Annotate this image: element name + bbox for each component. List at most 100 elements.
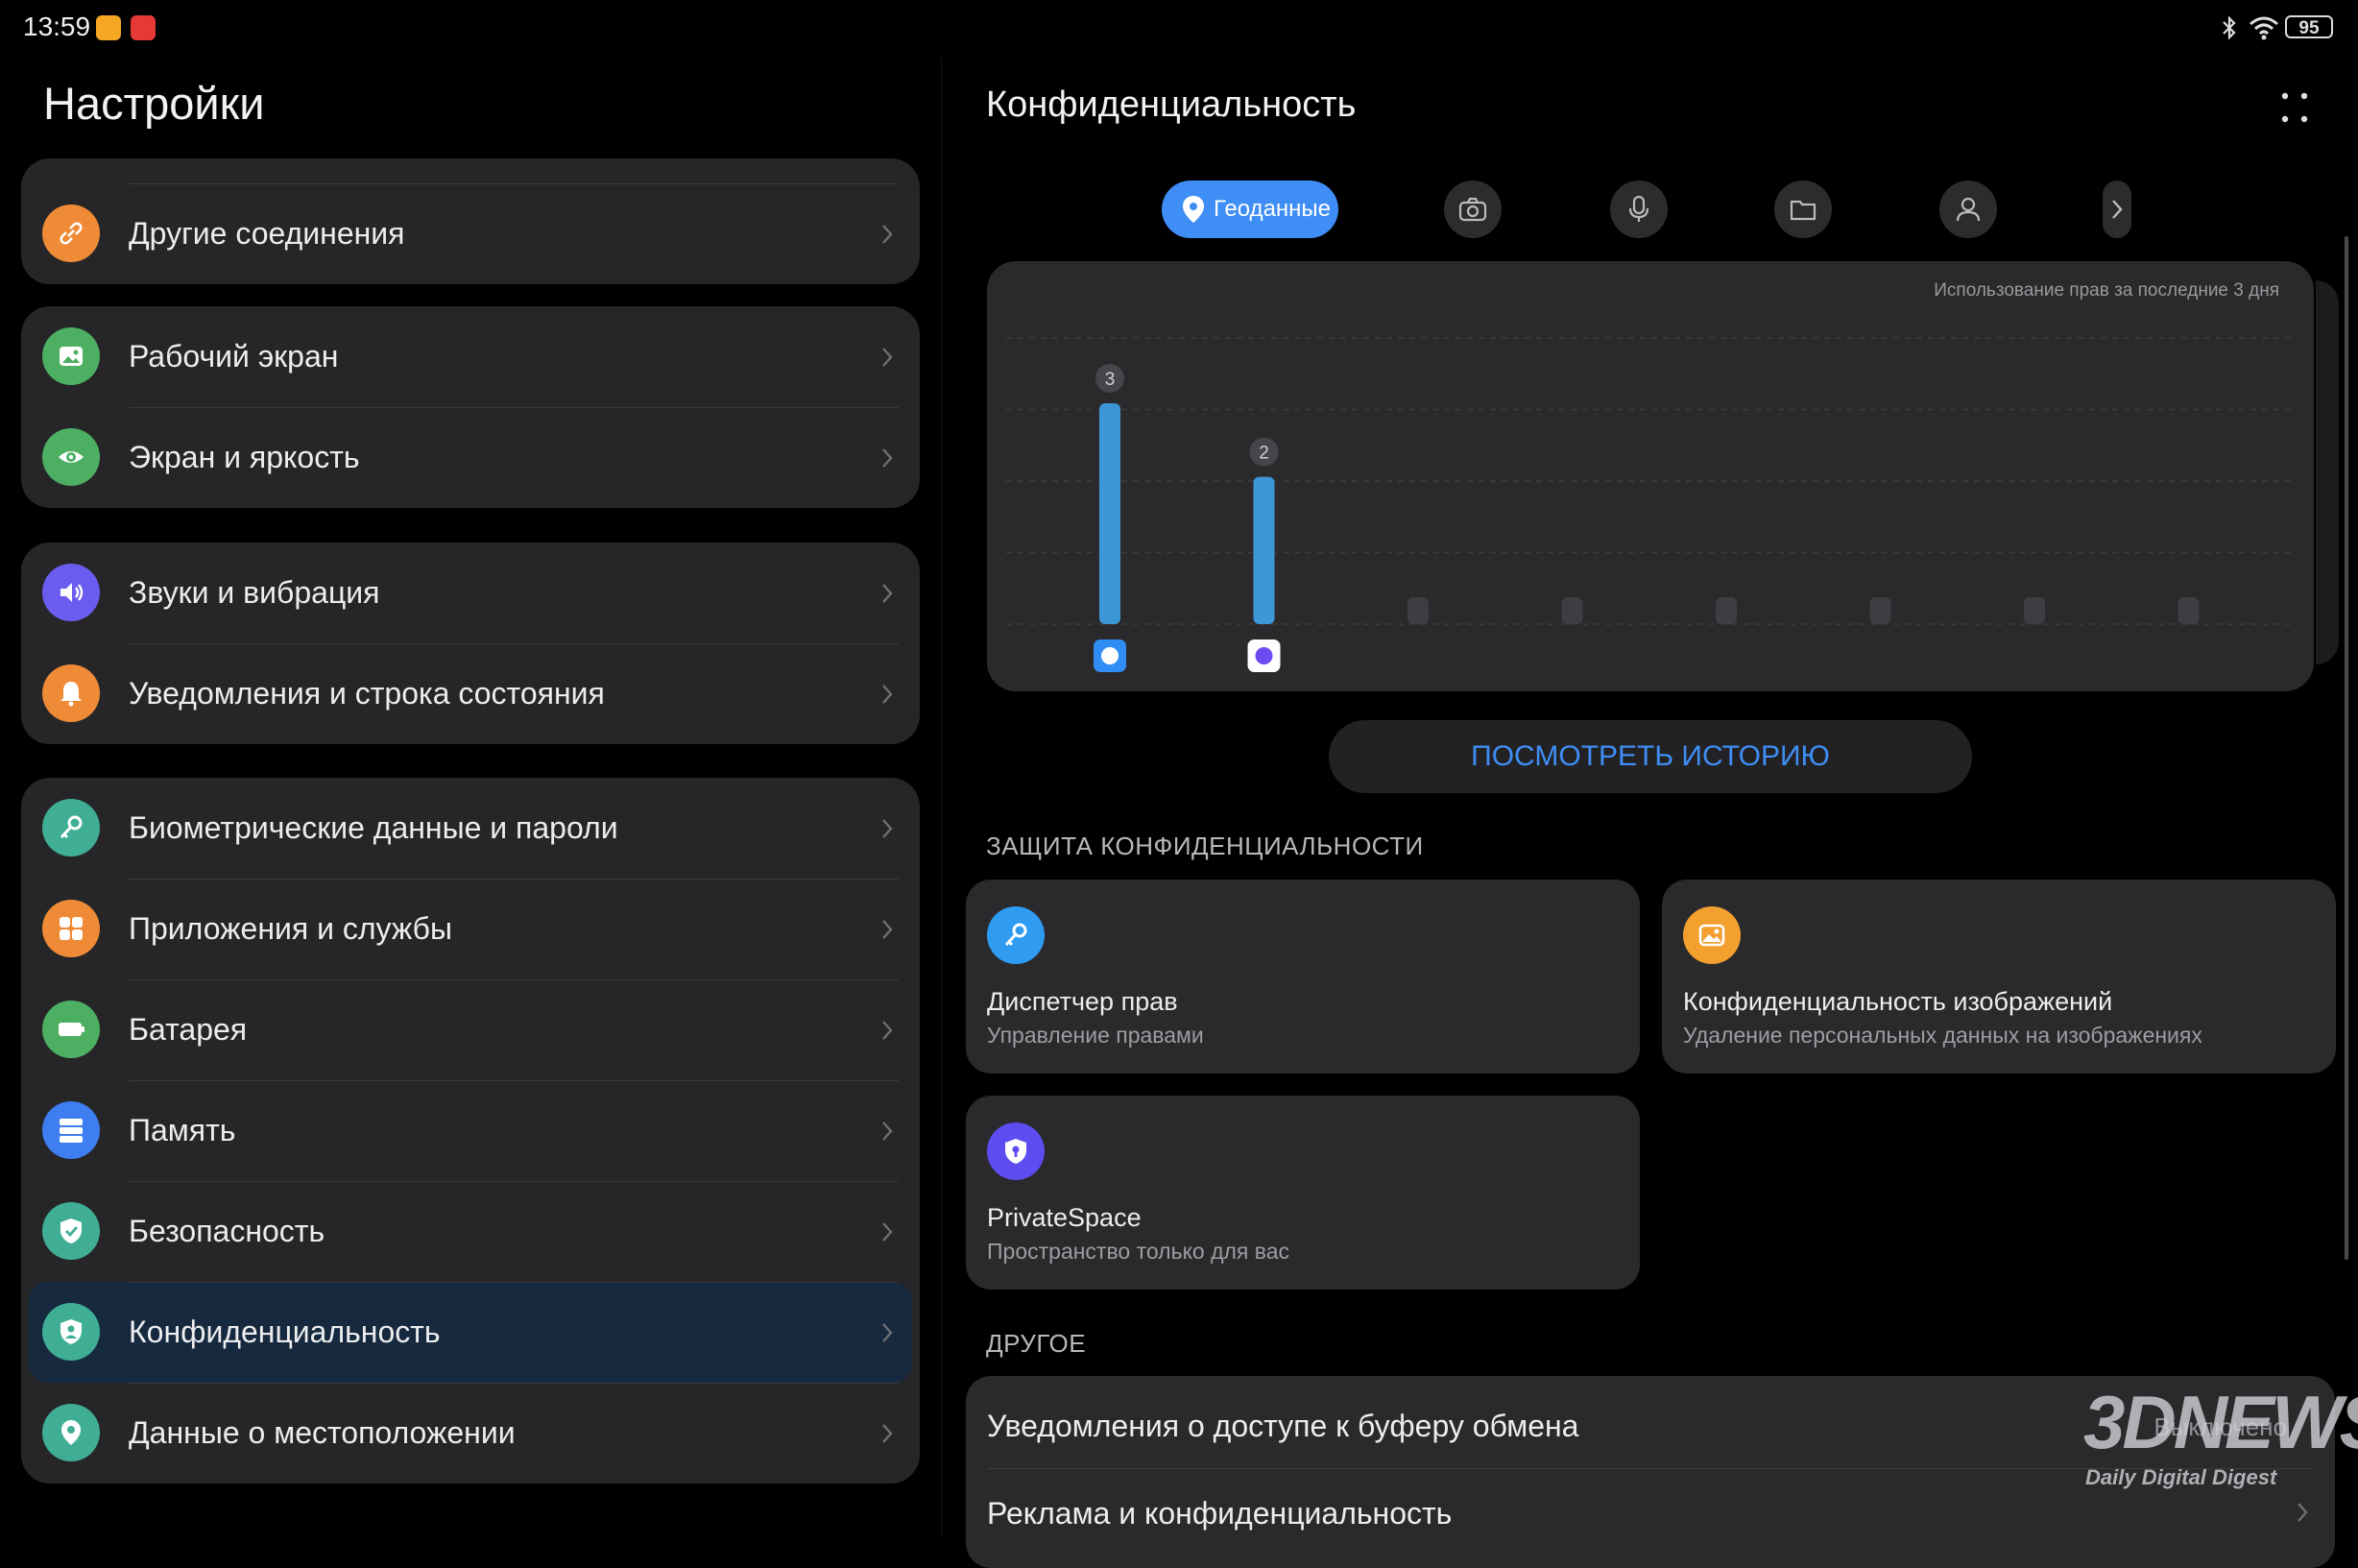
settings-item-icon — [42, 1001, 100, 1058]
chart-bar[interactable] — [1253, 476, 1275, 624]
settings-item-label: Данные о местоположении — [129, 1415, 516, 1450]
chevron-right-icon — [882, 584, 893, 603]
battery-indicator: 95 — [2285, 15, 2333, 38]
section-header-protection: ЗАЩИТА КОНФИДЕНЦИАЛЬНОСТИ — [986, 832, 1424, 860]
scrollbar[interactable] — [2345, 236, 2348, 1260]
view-history-button[interactable]: ПОСМОТРЕТЬ ИСТОРИЮ — [1329, 720, 1972, 793]
privacy-shield-icon — [60, 1319, 82, 1344]
tab-contacts[interactable] — [1939, 181, 1997, 238]
eye-icon — [59, 451, 84, 463]
card-icon — [1683, 906, 1741, 964]
key-icon — [1004, 923, 1027, 947]
card-private-space[interactable]: PrivateSpace Пространство только для вас — [966, 1096, 1640, 1290]
settings-item-label: Звуки и вибрация — [129, 575, 380, 610]
settings-item-bell[interactable]: Уведомления и строка состояния — [21, 643, 920, 744]
card-subtitle: Управление правами — [987, 1023, 1204, 1048]
shield-check-icon — [60, 1218, 82, 1243]
chevron-right-icon — [2112, 200, 2123, 219]
settings-item-link[interactable]: Другие соединения — [21, 183, 920, 284]
settings-item-label: Безопасность — [129, 1214, 325, 1248]
location-pin-icon — [61, 1420, 81, 1445]
settings-item-key[interactable]: Биометрические данные и пароли — [21, 778, 920, 879]
chevron-right-icon — [882, 685, 893, 704]
chart-bar-empty — [2178, 597, 2200, 624]
settings-item-shield-check[interactable]: Безопасность — [21, 1181, 920, 1282]
usage-chart-plot: 32 — [1006, 337, 2295, 672]
chart-bar-empty — [2024, 597, 2045, 624]
settings-item-icon — [42, 564, 100, 621]
tabs-scroll-right[interactable] — [2103, 181, 2131, 238]
more-options-icon[interactable] — [2275, 88, 2314, 127]
section-header-other: ДРУГОЕ — [986, 1329, 1087, 1358]
settings-item-label: Биометрические данные и пароли — [129, 810, 618, 845]
chart-bar-empty — [1869, 597, 1891, 624]
settings-item-icon — [42, 1404, 100, 1461]
apps-grid-icon — [60, 917, 83, 940]
settings-item-icon — [42, 205, 100, 262]
row-divider — [129, 1080, 899, 1081]
settings-item-label: Уведомления и строка состояния — [129, 676, 605, 711]
shield-lock-icon — [1005, 1139, 1026, 1164]
location-pin-icon — [1183, 196, 1204, 223]
settings-item-location-pin[interactable]: Данные о местоположении — [21, 1383, 920, 1484]
tab-microphone[interactable] — [1610, 181, 1668, 238]
chevron-right-icon — [882, 448, 893, 468]
tab-camera[interactable] — [1444, 181, 1502, 238]
row-label: Реклама и конфиденциальность — [987, 1496, 1453, 1531]
settings-item-battery[interactable]: Батарея — [21, 979, 920, 1080]
chevron-right-icon — [882, 348, 893, 367]
chart-next-card-edge — [2316, 280, 2339, 664]
card-permission-manager[interactable]: Диспетчер прав Управление правами — [966, 880, 1640, 1073]
status-bar: 13:59 95 — [0, 0, 2358, 58]
settings-item-label: Конфиденциальность — [129, 1315, 441, 1349]
row-divider — [129, 1383, 899, 1384]
row-divider — [129, 1181, 899, 1182]
chart-data-label: 2 — [1259, 444, 1269, 464]
settings-item-privacy-shield[interactable]: Конфиденциальность — [21, 1282, 920, 1383]
tab-location[interactable]: Геоданные — [1162, 181, 1338, 238]
link-icon — [60, 222, 83, 245]
settings-group: Звуки и вибрация Уведомления и строка сос… — [21, 543, 920, 744]
settings-item-icon — [42, 1303, 100, 1361]
chevron-right-icon — [882, 225, 893, 244]
settings-group: Биометрические данные и пароли Приложения… — [21, 778, 920, 1484]
card-icon — [987, 1122, 1045, 1180]
settings-item-icon — [42, 1101, 100, 1159]
settings-item-icon — [42, 664, 100, 722]
settings-item-label: Экран и яркость — [129, 440, 360, 474]
settings-item-icon — [42, 327, 100, 385]
row-divider — [129, 407, 899, 408]
chart-bar-empty — [1561, 597, 1583, 624]
settings-item-speaker[interactable]: Звуки и вибрация — [21, 543, 920, 643]
chart-bar-empty — [1408, 597, 1429, 624]
tab-label: Геоданные — [1214, 196, 1332, 222]
chart-bar[interactable] — [1099, 403, 1120, 624]
bell-icon — [60, 682, 82, 707]
photo-icon — [1698, 924, 1725, 947]
settings-item-eye[interactable]: Экран и яркость — [21, 407, 920, 508]
chevron-right-icon — [882, 1021, 893, 1040]
app-icon-glyph — [1101, 647, 1119, 664]
card-title: Конфиденциальность изображений — [1683, 987, 2113, 1016]
app-icon-glyph — [1255, 647, 1273, 664]
settings-item-storage[interactable]: Память — [21, 1080, 920, 1181]
contacts-icon — [1956, 197, 1981, 222]
pane-divider — [941, 58, 942, 1536]
wifi-icon — [2250, 16, 2278, 40]
settings-item-image[interactable]: Рабочий экран — [21, 306, 920, 407]
settings-item-label: Приложения и службы — [129, 911, 452, 946]
settings-item-label: Батарея — [129, 1012, 248, 1047]
settings-item-icon — [42, 1202, 100, 1260]
speaker-icon — [60, 583, 84, 602]
row-divider — [129, 879, 899, 880]
watermark-tagline: Daily Digital Digest — [2085, 1465, 2277, 1489]
bluetooth-icon — [2223, 15, 2236, 40]
row-divider — [129, 979, 899, 980]
card-image-privacy[interactable]: Конфиденциальность изображений Удаление … — [1662, 880, 2336, 1073]
tab-files[interactable] — [1774, 181, 1832, 238]
chevron-right-icon — [882, 920, 893, 939]
settings-title: Настройки — [43, 78, 265, 129]
row-divider — [129, 183, 899, 184]
settings-item-apps-grid[interactable]: Приложения и службы — [21, 879, 920, 979]
row-divider — [129, 1282, 899, 1283]
